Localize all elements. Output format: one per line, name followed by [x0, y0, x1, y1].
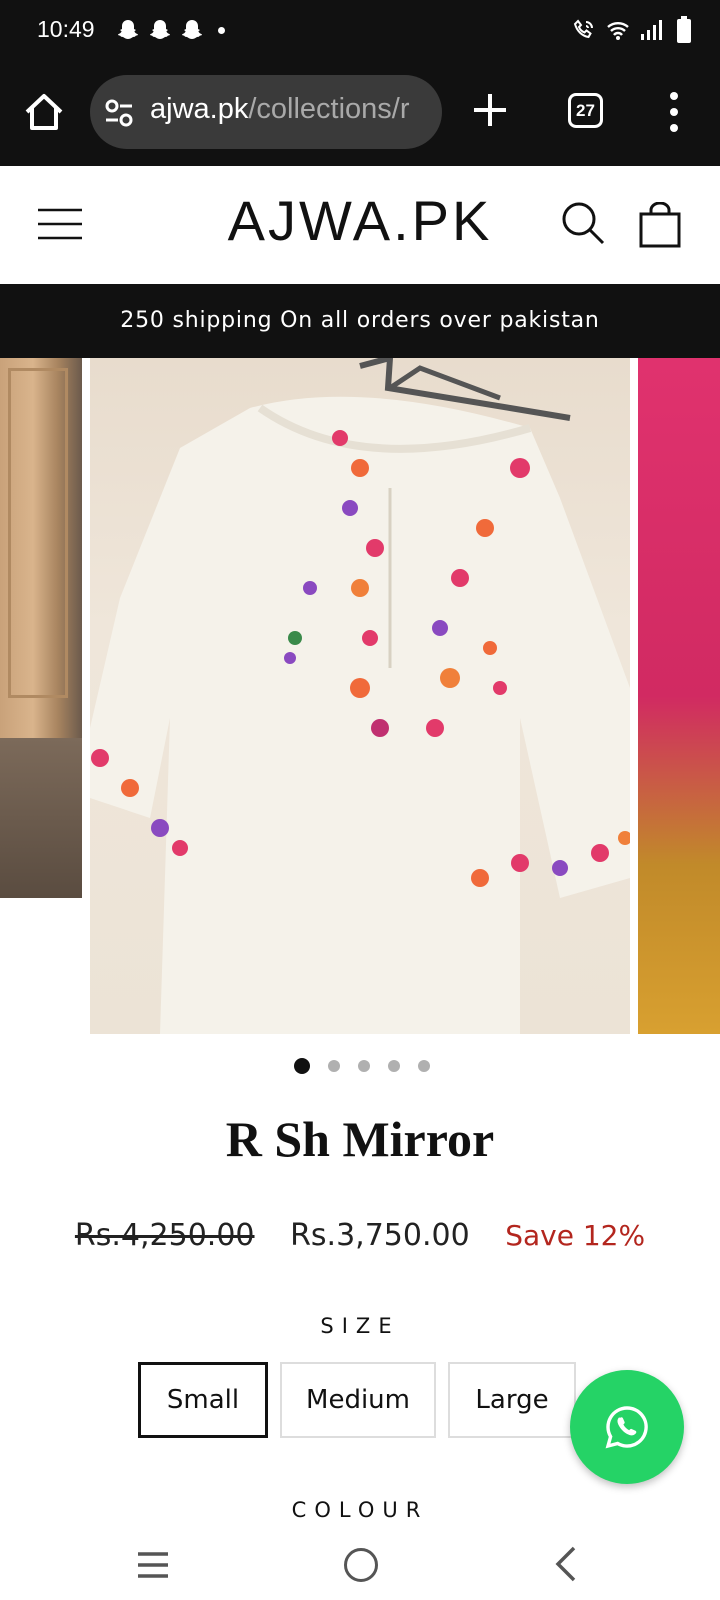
door-panel — [8, 368, 68, 698]
product-image[interactable] — [90, 358, 630, 1034]
whatsapp-button[interactable] — [570, 1370, 684, 1484]
back-icon[interactable] — [554, 1546, 578, 1582]
sale-price: Rs.3,750.00 — [290, 1218, 470, 1253]
gallery-slide-next[interactable] — [638, 358, 720, 1034]
size-option-large[interactable]: Large — [448, 1362, 576, 1438]
status-time: 10:49 — [37, 16, 95, 42]
site-settings-icon[interactable] — [104, 99, 134, 127]
wifi-icon — [607, 22, 629, 40]
new-tab-icon[interactable] — [470, 90, 510, 130]
pagination-dot[interactable] — [358, 1060, 370, 1072]
url-path: /collections/r — [248, 93, 410, 125]
status-bar: 10:49 — [0, 0, 720, 62]
save-badge: Save 12% — [505, 1219, 646, 1252]
size-option-small[interactable]: Small — [138, 1362, 268, 1438]
browser-toolbar: ajwa.pk/collections/r 27 — [0, 62, 720, 166]
address-bar[interactable]: ajwa.pk/collections/r — [90, 75, 442, 149]
snapchat-icon — [182, 20, 202, 39]
site-header: AJWA.PK — [0, 166, 720, 284]
product-gallery[interactable] — [0, 358, 720, 1034]
url-host: ajwa.pk — [150, 93, 249, 125]
signal-icon — [641, 20, 662, 40]
size-option-medium[interactable]: Medium — [280, 1362, 436, 1438]
notification-icons — [116, 18, 225, 42]
system-nav-bar — [0, 1530, 720, 1600]
cart-icon[interactable] — [638, 202, 682, 248]
more-options-icon[interactable] — [662, 90, 686, 134]
url-text: ajwa.pk/collections/r — [150, 93, 410, 126]
battery-icon — [677, 16, 691, 43]
pagination-dot[interactable] — [388, 1060, 400, 1072]
pagination-dot[interactable] — [418, 1060, 430, 1072]
gallery-slide-previous[interactable] — [0, 358, 82, 898]
snapchat-icon — [150, 20, 170, 39]
pagination-dot[interactable] — [294, 1058, 310, 1074]
snapchat-icon — [118, 20, 138, 39]
wifi-call-icon — [573, 19, 593, 39]
colour-label: COLOUR — [291, 1498, 429, 1522]
size-label: SIZE — [320, 1314, 400, 1338]
dot-icon — [218, 26, 225, 34]
size-options: Small Medium Large — [138, 1362, 576, 1438]
kurta-illustration — [90, 358, 630, 1034]
recent-apps-icon[interactable] — [136, 1550, 170, 1580]
announcement-bar: 250 shipping On all orders over pakistan — [0, 284, 720, 358]
gallery-pagination — [0, 1056, 720, 1076]
original-price: Rs.4,250.00 — [74, 1218, 255, 1253]
price-row: Rs.4,250.00 Rs.3,750.00 Save 12% — [0, 1218, 720, 1253]
home-icon[interactable] — [22, 90, 66, 134]
product-title: R Sh Mirror — [225, 1111, 495, 1167]
floor-area — [0, 738, 82, 898]
search-icon[interactable] — [560, 200, 606, 246]
pagination-dot[interactable] — [328, 1060, 340, 1072]
site-logo[interactable]: AJWA.PK — [0, 188, 720, 253]
home-nav-icon[interactable] — [344, 1548, 378, 1582]
tab-switcher-button[interactable]: 27 — [568, 93, 603, 128]
system-icons — [572, 16, 692, 44]
whatsapp-icon — [605, 1406, 648, 1449]
